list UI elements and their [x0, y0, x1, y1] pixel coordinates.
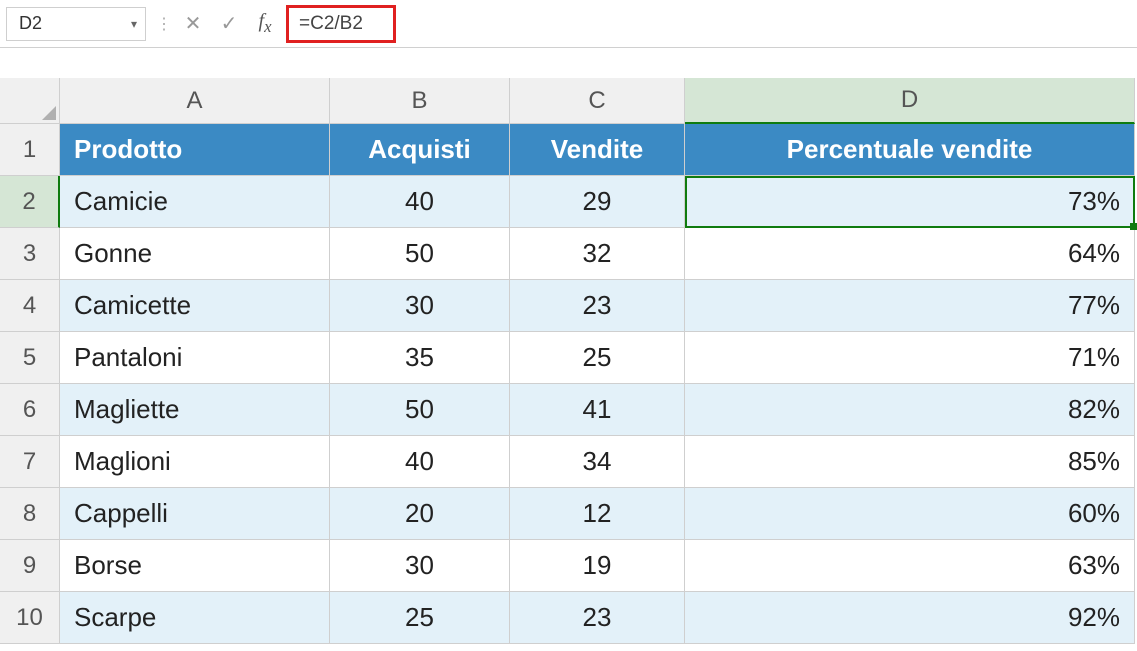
fx-icon[interactable]: fx	[254, 10, 276, 37]
cell-D8[interactable]: 60%	[685, 488, 1135, 540]
cell-C1[interactable]: Vendite	[510, 124, 685, 176]
table-row: 1 Prodotto Acquisti Vendite Percentuale …	[0, 124, 1137, 176]
cell-C6[interactable]: 41	[510, 384, 685, 436]
row-header-10[interactable]: 10	[0, 592, 60, 644]
cancel-icon[interactable]: ✕	[182, 11, 204, 36]
cell-A9[interactable]: Borse	[60, 540, 330, 592]
cell-D2[interactable]: 73%	[685, 176, 1135, 228]
select-all-corner[interactable]	[0, 78, 60, 124]
row-header-3[interactable]: 3	[0, 228, 60, 280]
cell-C8[interactable]: 12	[510, 488, 685, 540]
cell-B1[interactable]: Acquisti	[330, 124, 510, 176]
cell-A4[interactable]: Camicette	[60, 280, 330, 332]
col-header-D[interactable]: D	[685, 78, 1135, 124]
cell-D7[interactable]: 85%	[685, 436, 1135, 488]
table-row: 3 Gonne 50 32 64%	[0, 228, 1137, 280]
table-row: 10 Scarpe 25 23 92%	[0, 592, 1137, 644]
table-row: 9 Borse 30 19 63%	[0, 540, 1137, 592]
separator: ⋮	[156, 14, 172, 34]
table-row: 7 Maglioni 40 34 85%	[0, 436, 1137, 488]
row-header-2[interactable]: 2	[0, 176, 60, 228]
row-header-7[interactable]: 7	[0, 436, 60, 488]
cell-C3[interactable]: 32	[510, 228, 685, 280]
cell-B10[interactable]: 25	[330, 592, 510, 644]
column-header-row: A B C D	[0, 78, 1137, 124]
col-header-C[interactable]: C	[510, 78, 685, 124]
cell-A7[interactable]: Maglioni	[60, 436, 330, 488]
cell-D10[interactable]: 92%	[685, 592, 1135, 644]
cell-B4[interactable]: 30	[330, 280, 510, 332]
cell-A8[interactable]: Cappelli	[60, 488, 330, 540]
formula-input-highlight: =C2/B2	[286, 5, 396, 43]
table-row: 4 Camicette 30 23 77%	[0, 280, 1137, 332]
cell-B9[interactable]: 30	[330, 540, 510, 592]
row-header-4[interactable]: 4	[0, 280, 60, 332]
name-box[interactable]: D2 ▾	[6, 7, 146, 41]
cell-A6[interactable]: Magliette	[60, 384, 330, 436]
cell-C2[interactable]: 29	[510, 176, 685, 228]
cell-A10[interactable]: Scarpe	[60, 592, 330, 644]
cell-B5[interactable]: 35	[330, 332, 510, 384]
formula-bar: D2 ▾ ⋮ ✕ ✓ fx =C2/B2	[0, 0, 1137, 48]
row-header-5[interactable]: 5	[0, 332, 60, 384]
cell-B3[interactable]: 50	[330, 228, 510, 280]
chevron-down-icon[interactable]: ▾	[131, 17, 137, 31]
formula-bar-buttons: ✕ ✓ fx	[182, 10, 276, 37]
cell-A3[interactable]: Gonne	[60, 228, 330, 280]
cell-C10[interactable]: 23	[510, 592, 685, 644]
cell-C4[interactable]: 23	[510, 280, 685, 332]
cell-A2[interactable]: Camicie	[60, 176, 330, 228]
cell-D1[interactable]: Percentuale vendite	[685, 124, 1135, 176]
cell-B6[interactable]: 50	[330, 384, 510, 436]
spacer	[0, 48, 1137, 78]
table-row: 6 Magliette 50 41 82%	[0, 384, 1137, 436]
cell-D6[interactable]: 82%	[685, 384, 1135, 436]
cell-B2[interactable]: 40	[330, 176, 510, 228]
enter-icon[interactable]: ✓	[218, 11, 240, 36]
cell-C9[interactable]: 19	[510, 540, 685, 592]
table-row: 8 Cappelli 20 12 60%	[0, 488, 1137, 540]
cell-A5[interactable]: Pantaloni	[60, 332, 330, 384]
cell-D3[interactable]: 64%	[685, 228, 1135, 280]
table-row: 5 Pantaloni 35 25 71%	[0, 332, 1137, 384]
cell-D9[interactable]: 63%	[685, 540, 1135, 592]
col-header-A[interactable]: A	[60, 78, 330, 124]
row-header-9[interactable]: 9	[0, 540, 60, 592]
cell-B8[interactable]: 20	[330, 488, 510, 540]
cell-C7[interactable]: 34	[510, 436, 685, 488]
spreadsheet-grid: A B C D 1 Prodotto Acquisti Vendite Perc…	[0, 78, 1137, 644]
row-header-6[interactable]: 6	[0, 384, 60, 436]
cell-D5[interactable]: 71%	[685, 332, 1135, 384]
row-header-1[interactable]: 1	[0, 124, 60, 176]
cell-D4[interactable]: 77%	[685, 280, 1135, 332]
col-header-B[interactable]: B	[330, 78, 510, 124]
table-row: 2 Camicie 40 29 73%	[0, 176, 1137, 228]
cell-A1[interactable]: Prodotto	[60, 124, 330, 176]
cell-B7[interactable]: 40	[330, 436, 510, 488]
row-header-8[interactable]: 8	[0, 488, 60, 540]
formula-input[interactable]: =C2/B2	[299, 13, 363, 35]
cell-C5[interactable]: 25	[510, 332, 685, 384]
name-box-value: D2	[19, 13, 42, 34]
